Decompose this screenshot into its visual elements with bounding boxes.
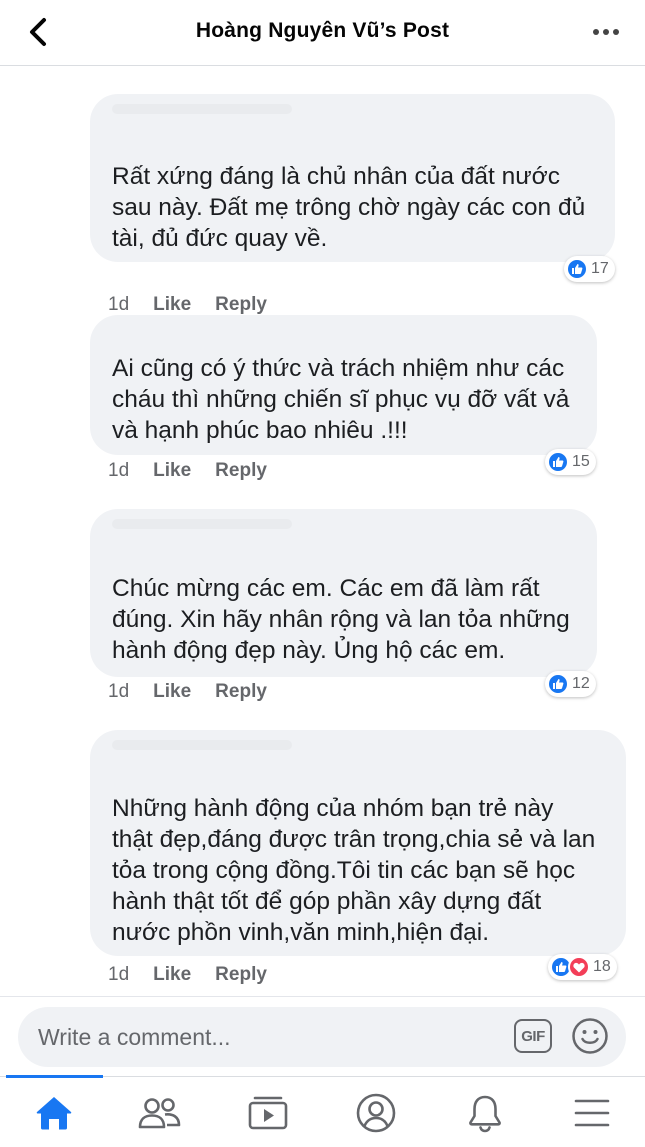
like-reaction-icon (566, 258, 588, 280)
tab-friends[interactable] (138, 1091, 182, 1135)
reply-button[interactable]: Reply (215, 294, 267, 316)
reply-button[interactable]: Reply (215, 964, 267, 986)
comment-line: sau này. Đất mẹ trông chờ ngày các con đ… (112, 194, 586, 221)
tab-home[interactable] (32, 1091, 76, 1135)
post-header: Hoàng Nguyên Vũ’s Post (0, 0, 645, 66)
comment-line: Những hành động của nhóm bạn trẻ này (112, 795, 554, 822)
like-button[interactable]: Like (153, 294, 191, 316)
like-reaction-icon (547, 451, 569, 473)
commenter-name-placeholder (112, 519, 292, 529)
page-title: Hoàng Nguyên Vũ’s Post (195, 19, 450, 42)
comment-item: Rất xứng đáng là chủ nhân của đất nước s… (90, 94, 615, 315)
comment-composer-bar: Write a comment... GIF (0, 996, 645, 1076)
comment-time: 1d (108, 964, 130, 985)
dot-icon (593, 29, 599, 35)
more-options-button[interactable] (589, 20, 623, 44)
comment-line: nước phồn vinh,văn minh,hiện đại. (112, 919, 490, 946)
comment-actions: 1d Like Reply (108, 460, 267, 482)
tab-profile[interactable] (354, 1091, 398, 1135)
watch-icon (248, 1096, 288, 1130)
comment-line: tỏa trong cộng đồng.Tôi tin các bạn sẽ h… (112, 857, 576, 884)
comment-line: và hạnh phúc bao nhiêu .!!! (112, 417, 408, 444)
comment-line: Chúc mừng các em. Các em đã làm rất (112, 575, 540, 602)
comment-line: Ai cũng có ý thức và trách nhiệm như các (112, 355, 565, 382)
comment-line: hành thật tốt để góp phần xây dựng đất (112, 888, 542, 915)
comment-list: Rất xứng đáng là chủ nhân của đất nước s… (0, 67, 645, 995)
comment-input[interactable]: Write a comment... GIF (18, 1007, 626, 1067)
profile-icon (356, 1093, 396, 1133)
active-tab-indicator (6, 1075, 103, 1078)
love-reaction-icon (568, 956, 590, 978)
like-button[interactable]: Like (153, 964, 191, 986)
comment-item: Chúc mừng các em. Các em đã làm rất đúng… (90, 509, 597, 702)
comment-line: cháu thì những chiến sĩ phục vụ đỡ vất v… (112, 386, 570, 413)
home-icon (36, 1097, 72, 1130)
reaction-count: 18 (593, 958, 611, 975)
comment-time: 1d (108, 681, 130, 702)
commenter-name-placeholder (112, 740, 292, 750)
comment-actions: 1d Like Reply (108, 294, 267, 316)
reaction-count: 17 (591, 260, 609, 277)
dot-icon (613, 29, 619, 35)
friends-icon (138, 1098, 181, 1129)
comment-line: đúng. Xin hãy nhân rộng và lan tỏa những (112, 606, 570, 633)
smiley-icon[interactable] (571, 1017, 609, 1055)
reply-button[interactable]: Reply (215, 460, 267, 482)
commenter-name-placeholder (112, 104, 292, 114)
tab-notifications[interactable] (463, 1091, 507, 1135)
reaction-summary[interactable]: 18 (548, 954, 617, 980)
comment-bubble[interactable]: Rất xứng đáng là chủ nhân của đất nước s… (90, 94, 615, 262)
comment-input-placeholder: Write a comment... (38, 1024, 231, 1050)
bell-icon (469, 1095, 501, 1133)
reaction-count: 12 (572, 675, 590, 692)
comment-item: Những hành động của nhóm bạn trẻ này thậ… (90, 730, 626, 985)
comment-bubble[interactable]: Ai cũng có ý thức và trách nhiệm như các… (90, 315, 597, 455)
comment-actions: 1d Like Reply (108, 964, 267, 986)
reaction-count: 15 (572, 453, 590, 470)
like-button[interactable]: Like (153, 460, 191, 482)
like-button[interactable]: Like (153, 681, 191, 703)
comment-bubble[interactable]: Chúc mừng các em. Các em đã làm rất đúng… (90, 509, 597, 677)
menu-icon (574, 1099, 610, 1127)
gif-button[interactable]: GIF (514, 1019, 552, 1053)
comment-actions: 1d Like Reply (108, 681, 267, 703)
tab-watch[interactable] (246, 1091, 290, 1135)
comment-line: thật đẹp,đáng được trân trọng,chia sẻ và… (112, 826, 596, 853)
reaction-summary[interactable]: 12 (545, 671, 596, 697)
comment-line: Rất xứng đáng là chủ nhân của đất nước (112, 163, 560, 190)
dot-icon (603, 29, 609, 35)
comment-item: Ai cũng có ý thức và trách nhiệm như các… (90, 315, 597, 481)
reaction-summary[interactable]: 17 (564, 256, 615, 282)
comment-bubble[interactable]: Những hành động của nhóm bạn trẻ này thậ… (90, 730, 626, 956)
comment-time: 1d (108, 294, 130, 315)
bottom-tab-bar (0, 1075, 645, 1147)
comment-line: tài, đủ đức quay về. (112, 225, 328, 252)
like-reaction-icon (547, 673, 569, 695)
comment-time: 1d (108, 460, 130, 481)
reply-button[interactable]: Reply (215, 681, 267, 703)
reaction-summary[interactable]: 15 (545, 449, 596, 475)
comment-line: hành động đẹp này. Ủng hộ các em. (112, 637, 506, 664)
tab-menu[interactable] (570, 1091, 614, 1135)
